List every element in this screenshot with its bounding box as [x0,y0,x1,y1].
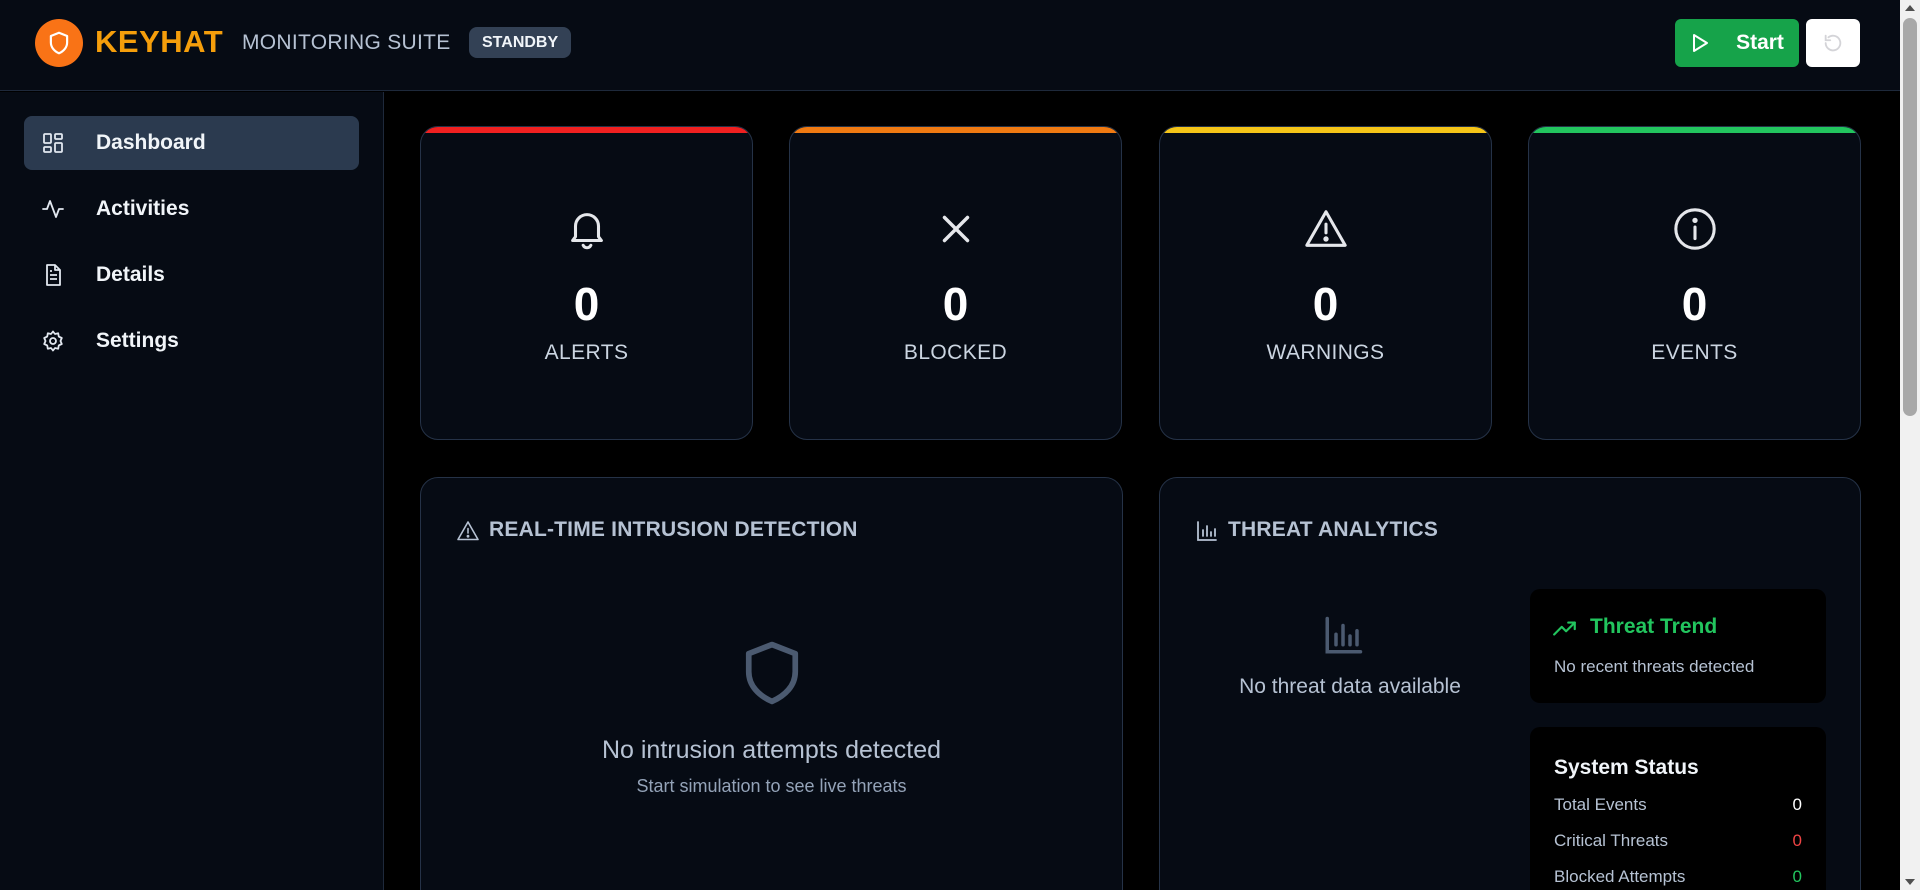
stat-card-events: 0 EVENTS [1528,126,1861,440]
stat-value: 0 [1681,278,1708,330]
shield-logo-icon [49,31,69,55]
document-icon [46,264,61,286]
card-accent-bar [790,127,1121,133]
app-viewport: KEYHAT MONITORING SUITE STANDBY Start Da… [0,0,1900,890]
sidebar-item-label: Dashboard [96,131,206,154]
scrollbar-thumb[interactable] [1903,18,1917,416]
threat-trend-title: Threat Trend [1590,615,1718,638]
stat-label: BLOCKED [903,341,1008,364]
bar-chart-icon [1325,616,1363,654]
bar-chart-icon [1197,521,1217,541]
activity-icon [42,200,64,218]
stat-label: EVENTS [1651,341,1738,364]
suite-title: MONITORING SUITE [242,31,451,54]
logo [35,19,83,67]
empty-state-subtitle: Start simulation to see live threats [636,776,907,796]
system-status-title: System Status [1554,756,1699,779]
warning-triangle-icon [1304,210,1347,247]
x-icon [942,215,969,243]
card-accent-bar [421,127,752,133]
reset-button[interactable] [1806,19,1860,67]
empty-state-title: No intrusion attempts detected [601,736,942,764]
trending-up-icon [1553,621,1576,636]
sidebar-item-label: Details [96,263,165,286]
start-button[interactable]: Start [1675,19,1799,67]
status-badge: STANDBY [469,27,572,58]
warning-triangle-icon [457,521,479,541]
intrusion-detection-panel: REAL-TIME INTRUSION DETECTION No intrusi… [420,477,1123,890]
sidebar-item-details[interactable]: Details [24,248,359,302]
stat-card-warnings: 0 WARNINGS [1159,126,1492,440]
stat-label: WARNINGS [1266,341,1385,364]
status-row-value: 0 [1792,867,1802,886]
threat-trend-card: Threat Trend No recent threats detected [1530,589,1826,703]
status-row-label: Critical Threats [1554,831,1668,850]
start-button-label: Start [1736,31,1784,54]
vertical-scrollbar[interactable] [1900,0,1920,890]
status-row-value: 0 [1792,795,1802,814]
card-accent-bar [1529,127,1860,133]
reset-icon [1824,34,1842,52]
sidebar-item-settings[interactable]: Settings [24,314,359,368]
dashboard-icon [43,133,63,153]
status-row-label: Total Events [1554,795,1647,814]
system-status-card: System Status Total Events 0 Critical Th… [1530,727,1826,890]
sidebar-item-activities[interactable]: Activities [24,182,359,236]
stat-value: 0 [1312,278,1339,330]
stat-card-blocked: 0 BLOCKED [789,126,1122,440]
stat-value: 0 [573,278,600,330]
sidebar: Dashboard Activities Details Settings [0,92,384,890]
status-row-value: 0 [1792,831,1802,850]
threat-analytics-panel: THREAT ANALYTICS No threat data availabl… [1159,477,1861,890]
stat-card-alerts: 0 ALERTS [420,126,753,440]
status-row-critical-threats: Critical Threats 0 [1554,831,1802,851]
stat-value: 0 [942,278,969,330]
analytics-empty-text: No threat data available [1239,675,1461,698]
status-row-label: Blocked Attempts [1554,867,1686,886]
sidebar-item-label: Settings [96,329,179,352]
bell-icon [570,213,603,250]
gear-icon [43,330,63,352]
sidebar-item-label: Activities [96,197,190,220]
info-icon [1673,208,1716,250]
shield-icon [745,641,799,705]
stat-label: ALERTS [544,341,629,364]
brand-name: KEYHAT [95,24,224,59]
status-row-blocked-attempts: Blocked Attempts 0 [1554,867,1802,887]
scroll-up-arrow-icon[interactable] [1905,5,1915,11]
status-row-total-events: Total Events 0 [1554,795,1802,815]
scroll-down-arrow-icon[interactable] [1905,879,1915,885]
card-accent-bar [1160,127,1491,133]
panel-title: REAL-TIME INTRUSION DETECTION [489,518,858,541]
threat-trend-subtitle: No recent threats detected [1554,657,1755,676]
panel-title: THREAT ANALYTICS [1228,518,1439,541]
top-header: KEYHAT MONITORING SUITE STANDBY Start [0,0,1900,91]
play-icon [1693,34,1709,52]
sidebar-item-dashboard[interactable]: Dashboard [24,116,359,170]
